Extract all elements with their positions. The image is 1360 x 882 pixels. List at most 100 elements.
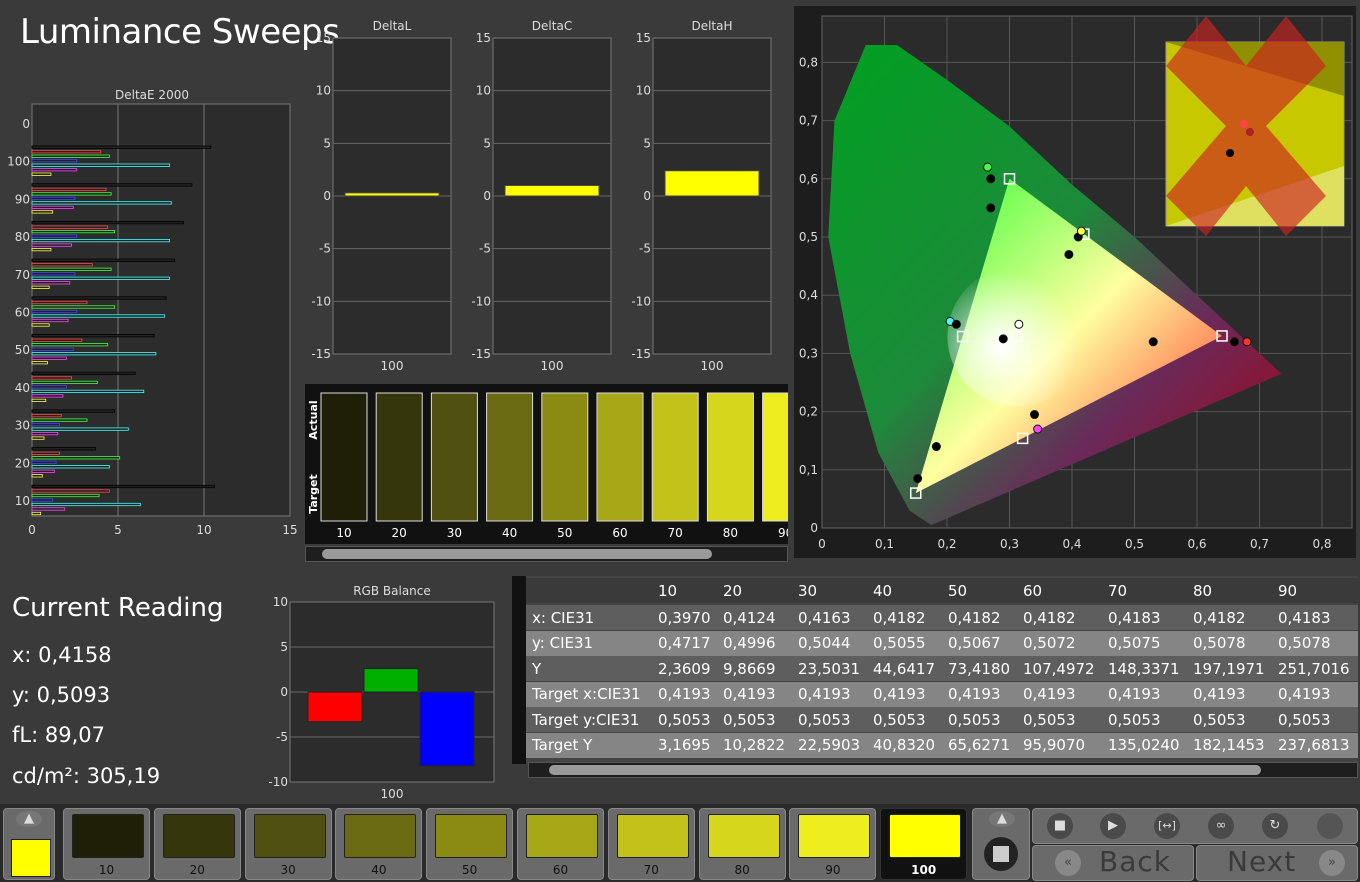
double-left-icon: « <box>1055 850 1081 876</box>
deltae-bar <box>31 465 110 469</box>
deltae-bar <box>31 281 71 285</box>
cie-measured-point <box>931 442 941 452</box>
patch-button[interactable]: 80 <box>698 808 786 880</box>
deltae-x-tick: 10 <box>196 523 211 537</box>
deltae-y-tick: 50 <box>15 343 30 357</box>
stop-measure-button[interactable]: ▲ <box>972 808 1030 880</box>
fit-icon[interactable]: [↔] <box>1154 813 1180 839</box>
rgb-title: RGB Balance <box>353 584 431 598</box>
record-icon[interactable] <box>1317 813 1343 839</box>
deltae-bar <box>31 154 110 158</box>
patch-color <box>707 814 780 858</box>
table-cell: 0,5044 <box>798 634 851 652</box>
delta-y-tick: 15 <box>636 31 651 45</box>
rgb-y-tick: 10 <box>273 595 288 609</box>
cie-y-tick: 0 <box>810 521 818 535</box>
cie-inset-point <box>1246 128 1254 136</box>
swatch-cell <box>375 392 423 522</box>
deltae-bar <box>31 436 45 440</box>
cie-measured-point <box>986 174 996 184</box>
delta-y-tick: -10 <box>311 294 331 308</box>
rgb-x-label: 100 <box>381 787 404 801</box>
deltae-bar <box>31 507 66 511</box>
table-cell: 0,5053 <box>1193 710 1246 729</box>
table-cell: 0,4996 <box>723 634 776 652</box>
deltae-bar <box>31 201 172 205</box>
patch-button[interactable]: 50 <box>426 808 514 880</box>
deltae-bar <box>31 229 115 234</box>
deltae-bar <box>31 159 78 163</box>
swatch-label: 50 <box>557 526 572 540</box>
patch-color <box>162 814 235 858</box>
color-picker-button[interactable]: ▲ <box>3 808 55 880</box>
deltae-bar <box>31 183 193 187</box>
deltae-bar <box>31 409 115 413</box>
loop-icon[interactable]: ∞ <box>1208 813 1234 839</box>
deltae-bar <box>31 238 171 243</box>
table-row-label: y: CIE31 <box>532 634 594 652</box>
table-cell: 0,3970 <box>658 608 711 627</box>
play-icon[interactable]: ▶ <box>1100 813 1126 839</box>
deltae-bar <box>31 498 54 502</box>
table-cell: 148,3371 <box>1108 659 1180 678</box>
deltae-x-tick: 0 <box>28 523 36 537</box>
delta-y-tick: 5 <box>483 136 491 150</box>
back-button[interactable]: « Back <box>1032 845 1194 881</box>
cie-y-tick: 0,3 <box>799 346 818 360</box>
patch-label: 30 <box>280 863 296 877</box>
rgb-y-tick: -10 <box>268 775 288 789</box>
deltae-x-tick: 5 <box>114 523 122 537</box>
cie-x-tick: 0,6 <box>1187 537 1206 551</box>
swatch-label: 80 <box>723 526 738 540</box>
cie-measured-point <box>951 319 961 329</box>
table-cell: 0,4182 <box>948 608 1001 627</box>
deltae-chart: DeltaE 2000 0 100 90 80 70 60 50 40 30 20 10 0 5 10 1… <box>7 88 298 537</box>
delta-y-tick: -10 <box>471 294 491 308</box>
delta-y-tick: -5 <box>319 242 331 256</box>
rgb-bar-blue <box>419 691 475 767</box>
table-cell: 95,9070 <box>1023 736 1086 754</box>
patch-button[interactable]: 70 <box>607 808 695 880</box>
target-label: Target <box>307 474 320 514</box>
delta-bar <box>664 170 760 197</box>
patch-button[interactable]: 40 <box>335 808 423 880</box>
cie-y-tick: 0,5 <box>799 230 818 244</box>
table-cell: 0,4193 <box>1108 685 1161 703</box>
table-cell: 107,4972 <box>1023 659 1095 678</box>
table-header-cell: 70 <box>1108 581 1128 600</box>
strip-scroll-thumb[interactable] <box>322 549 712 559</box>
patch-button[interactable]: 30 <box>244 808 332 880</box>
patch-button[interactable]: 20 <box>153 808 241 880</box>
patch-button[interactable]: 90 <box>789 808 877 880</box>
table-cell: 0,5078 <box>1278 634 1331 652</box>
deltae-y-tick: 80 <box>15 230 30 244</box>
cie-zoom-inset <box>1165 16 1345 236</box>
reading-cdm: cd/m²: 305,19 <box>12 764 161 788</box>
deltae-y-tick: 0 <box>22 117 30 131</box>
stop-small-icon[interactable]: ■ <box>1047 813 1073 839</box>
deltae-bar <box>31 309 78 314</box>
table-header-cell: 30 <box>798 581 818 600</box>
delta-chart-title: DeltaL <box>373 19 412 33</box>
delta-y-tick: 5 <box>643 136 651 150</box>
next-button[interactable]: Next » <box>1196 845 1358 881</box>
deltae-bar <box>31 247 52 252</box>
table-scroll-thumb[interactable] <box>549 765 1261 775</box>
patch-button[interactable]: 10 <box>63 808 150 880</box>
back-label: Back <box>1099 845 1171 878</box>
patch-color <box>616 814 689 858</box>
strip-scrollbar[interactable] <box>305 546 788 562</box>
table-scrollbar[interactable] <box>528 762 1358 778</box>
deltae-y-tick: 30 <box>15 419 30 433</box>
delta-y-tick: -15 <box>471 347 491 361</box>
refresh-icon[interactable]: ↻ <box>1262 813 1288 839</box>
deltae-bar <box>31 267 112 271</box>
patch-label: 10 <box>98 863 115 877</box>
patch-button[interactable]: 100 <box>880 808 968 880</box>
deltae-bar <box>31 220 184 225</box>
deltae-y-tick: 10 <box>15 494 30 508</box>
patch-button[interactable]: 60 <box>517 808 604 880</box>
reading-x: x: 0,4158 <box>12 643 112 667</box>
deltae-bar <box>31 343 109 347</box>
rgb-y-tick: 5 <box>280 640 288 654</box>
